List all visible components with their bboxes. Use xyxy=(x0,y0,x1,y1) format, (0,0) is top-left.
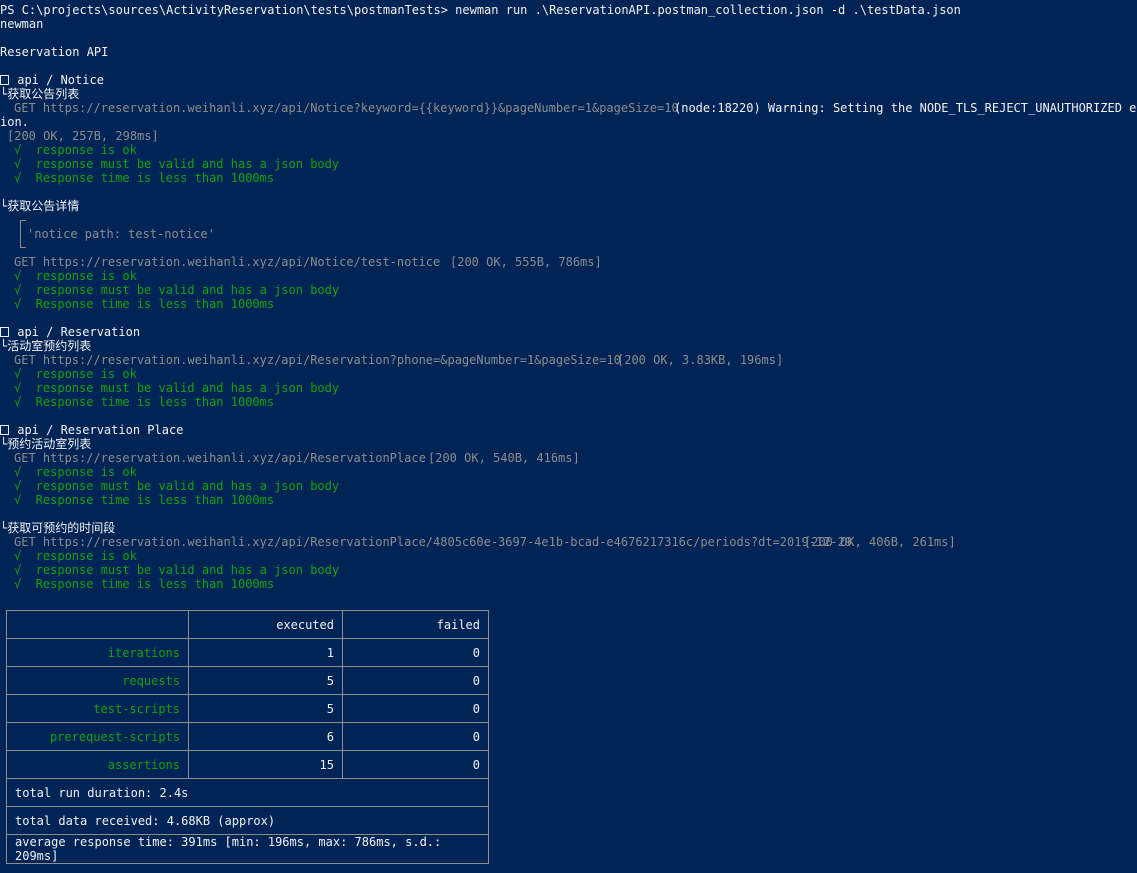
summary-data-received: total data received: 4.68KB (approx) xyxy=(6,806,489,835)
summary-row-label: requests xyxy=(6,666,189,695)
prompt-command: PS C:\projects\sources\ActivityReservati… xyxy=(0,3,961,17)
summary-header: executed xyxy=(188,610,343,639)
summary-avg-row: average response time: 391ms [min: 196ms… xyxy=(6,834,489,864)
summary-row-label: test-scripts xyxy=(6,694,189,723)
request-url: GET https://reservation.weihanli.xyz/api… xyxy=(14,451,426,465)
summary-row: requests 5 0 xyxy=(6,666,489,695)
summary-table: executed failed iterations 1 0 requests … xyxy=(6,610,489,864)
assertion-json: √ response must be valid and has a json … xyxy=(14,283,340,297)
request-url: GET https://reservation.weihanli.xyz/api… xyxy=(14,255,441,269)
assertion-json: √ response must be valid and has a json … xyxy=(14,381,340,395)
assertion-json: √ response must be valid and has a json … xyxy=(14,563,340,577)
summary-row: prerequest-scripts 6 0 xyxy=(6,722,489,751)
assertion-time: √ Response time is less than 1000ms xyxy=(14,395,275,409)
summary-row-label: iterations xyxy=(6,638,189,667)
request-stats: [200 OK, 540B, 416ms] xyxy=(428,451,580,465)
request-name: └预约活动室列表 xyxy=(0,437,92,451)
request-url: GET https://reservation.weihanli.xyz/api… xyxy=(14,101,679,115)
summary-row: assertions 15 0 xyxy=(6,750,489,779)
assertion-json: √ response must be valid and has a json … xyxy=(14,157,340,171)
assertion-time: √ Response time is less than 1000ms xyxy=(14,493,275,507)
tool-name: newman xyxy=(0,17,44,31)
request-stats: [200 OK, 406B, 261ms] xyxy=(804,535,956,549)
summary-failed: 0 xyxy=(342,694,489,723)
summary-failed: 0 xyxy=(342,666,489,695)
terminal-window[interactable]: PS C:\projects\sources\ActivityReservati… xyxy=(0,0,1137,873)
assertion-time: √ Response time is less than 1000ms xyxy=(14,577,275,591)
summary-row-label: prerequest-scripts xyxy=(6,722,189,751)
request-stats: [200 OK, 555B, 786ms] xyxy=(450,255,602,269)
request-name: └获取公告列表 xyxy=(0,87,80,101)
assertion-time: √ Response time is less than 1000ms xyxy=(14,297,275,311)
assertion-ok: √ response is ok xyxy=(14,143,137,157)
summary-row-label: assertions xyxy=(6,750,189,779)
console-note-bracket xyxy=(20,220,26,248)
folder-title: api / Reservation Place xyxy=(17,423,184,437)
summary-failed: 0 xyxy=(342,722,489,751)
folder-title: api / Reservation xyxy=(17,325,141,339)
folder-reservation-place: api / Reservation Place xyxy=(0,423,183,437)
collection-name: Reservation API xyxy=(0,45,109,59)
folder-box-icon xyxy=(0,75,9,85)
assertion-ok: √ response is ok xyxy=(14,269,137,283)
summary-header-row: executed failed xyxy=(6,610,489,639)
assertion-ok: √ response is ok xyxy=(14,549,137,563)
assertion-time: √ Response time is less than 1000ms xyxy=(14,171,275,185)
summary-executed: 1 xyxy=(188,638,343,667)
folder-notice: api / Notice xyxy=(0,73,104,87)
summary-failed: 0 xyxy=(342,750,489,779)
node-warning-wrap: ion. xyxy=(0,115,29,129)
node-warning: (node:18220) Warning: Setting the NODE_T… xyxy=(674,101,1137,115)
assertion-ok: √ response is ok xyxy=(14,367,137,381)
request-name: └获取公告详情 xyxy=(0,199,80,213)
request-url: GET https://reservation.weihanli.xyz/api… xyxy=(14,535,853,549)
summary-executed: 5 xyxy=(188,666,343,695)
folder-reservation: api / Reservation xyxy=(0,325,140,339)
folder-box-icon xyxy=(0,327,9,337)
summary-row: iterations 1 0 xyxy=(6,638,489,667)
summary-duration-row: total run duration: 2.4s xyxy=(6,778,489,807)
summary-executed: 5 xyxy=(188,694,343,723)
summary-header: failed xyxy=(342,610,489,639)
summary-executed: 15 xyxy=(188,750,343,779)
folder-box-icon xyxy=(0,425,9,435)
assertion-json: √ response must be valid and has a json … xyxy=(14,479,340,493)
request-name: └获取可预约的时间段 xyxy=(0,521,116,535)
summary-executed: 6 xyxy=(188,722,343,751)
assertion-ok: √ response is ok xyxy=(14,465,137,479)
console-note: 'notice path: test-notice' xyxy=(27,227,215,241)
request-name: └活动室预约列表 xyxy=(0,339,92,353)
summary-row: test-scripts 5 0 xyxy=(6,694,489,723)
folder-title: api / Notice xyxy=(17,73,104,87)
request-stats: [200 OK, 257B, 298ms] xyxy=(7,129,159,143)
summary-average-response: average response time: 391ms [min: 196ms… xyxy=(6,834,489,864)
request-stats: [200 OK, 3.83KB, 196ms] xyxy=(617,353,784,367)
summary-failed: 0 xyxy=(342,638,489,667)
summary-duration: total run duration: 2.4s xyxy=(6,778,489,807)
summary-header xyxy=(6,610,189,639)
request-url: GET https://reservation.weihanli.xyz/api… xyxy=(14,353,621,367)
summary-data-row: total data received: 4.68KB (approx) xyxy=(6,806,489,835)
